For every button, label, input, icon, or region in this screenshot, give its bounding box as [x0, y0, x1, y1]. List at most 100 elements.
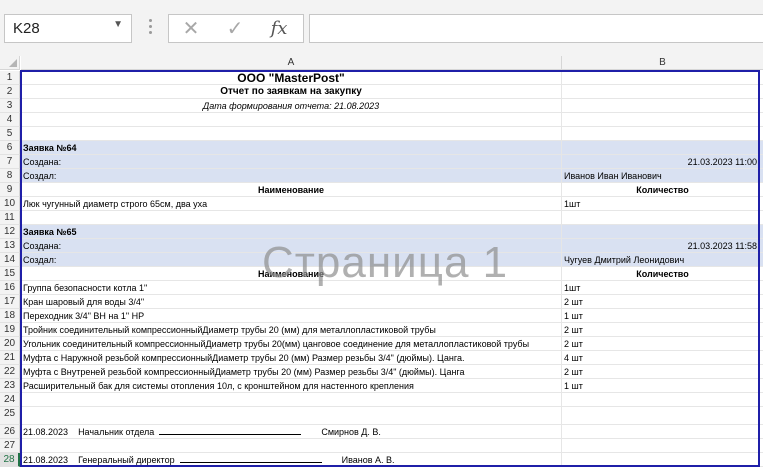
cell-a[interactable] [21, 211, 562, 225]
signature-cell[interactable]: 21.08.2023 Генеральный директор Иванов А… [21, 453, 562, 467]
cell-b[interactable] [562, 141, 763, 155]
name-box[interactable]: K28 ▼ [4, 14, 132, 43]
item-name-cell[interactable]: Люк чугунный диаметр строго 65см, два ух… [21, 197, 562, 211]
item-name-cell[interactable]: Кран шаровый для воды 3/4" [21, 295, 562, 309]
cell-b[interactable] [562, 393, 763, 407]
signature-name: Иванов А. В. [341, 455, 395, 465]
row-header[interactable]: 10 [0, 197, 20, 211]
row-header[interactable]: 12 [0, 225, 20, 239]
item-quantity-cell[interactable]: 2 шт [562, 365, 763, 379]
sheet-row: 5 [0, 127, 763, 141]
item-name-cell[interactable]: Тройник соединительный компрессионныйДиа… [21, 323, 562, 337]
item-name-cell[interactable]: Муфта с Наружной резьбой компрессионныйД… [21, 351, 562, 365]
author-name-cell[interactable]: Иванов Иван Иванович [562, 169, 763, 183]
row-header[interactable]: 9 [0, 183, 20, 197]
signature-date: 21.08.2023 [23, 427, 69, 437]
row-header[interactable]: 5 [0, 127, 20, 141]
formula-input[interactable] [309, 14, 763, 43]
row-header[interactable]: 19 [0, 323, 20, 337]
created-date-cell[interactable]: 21.03.2023 11:58 [562, 239, 763, 253]
formula-bar: K28 ▼ ✕ ✓ fx [0, 0, 763, 56]
cell-b[interactable] [562, 425, 763, 439]
row-header[interactable]: 21 [0, 351, 20, 365]
cell-b[interactable] [562, 127, 763, 141]
quantity-header-cell[interactable]: Количество [562, 267, 763, 281]
row-header[interactable]: 23 [0, 379, 20, 393]
cancel-icon[interactable]: ✕ [171, 17, 211, 41]
author-name-cell[interactable]: Чугуев Дмитрий Леонидович [562, 253, 763, 267]
select-all-button[interactable] [0, 56, 20, 70]
row-header[interactable]: 17 [0, 295, 20, 309]
cell-a[interactable] [21, 127, 562, 141]
column-header-a[interactable]: A [21, 56, 562, 70]
cell-b[interactable] [562, 71, 763, 85]
item-name-cell[interactable]: Расширительный бак для системы отопления… [21, 379, 562, 393]
item-quantity-cell[interactable]: 2 шт [562, 295, 763, 309]
row-header[interactable]: 1 [0, 71, 20, 85]
cell-b[interactable] [562, 113, 763, 127]
enter-icon[interactable]: ✓ [215, 17, 255, 41]
item-quantity-cell[interactable]: 1шт [562, 197, 763, 211]
cell-b[interactable] [562, 439, 763, 453]
row-header[interactable]: 14 [0, 253, 20, 267]
item-quantity-cell[interactable]: 1 шт [562, 379, 763, 393]
created-label-cell[interactable]: Создана: [21, 155, 562, 169]
row-header[interactable]: 4 [0, 113, 20, 127]
column-header-b[interactable]: B [562, 56, 763, 70]
row-header[interactable]: 3 [0, 99, 20, 113]
report-title-cell[interactable]: Отчет по заявкам на закупку [21, 85, 562, 99]
row-header[interactable]: 22 [0, 365, 20, 379]
sheet-row: 3 Дата формирования отчета: 21.08.2023 [0, 99, 763, 113]
insert-function-icon[interactable]: fx [259, 17, 299, 41]
request-title-cell[interactable]: Заявка №65 [21, 225, 562, 239]
item-quantity-cell[interactable]: 1 шт [562, 309, 763, 323]
cell-a[interactable] [21, 407, 562, 425]
cell-b[interactable] [562, 211, 763, 225]
row-header[interactable]: 25 [0, 407, 20, 425]
cell-b[interactable] [562, 453, 763, 467]
formula-buttons: ✕ ✓ fx [168, 14, 304, 43]
item-name-cell[interactable]: Муфта с Внутреней резьбой компрессионный… [21, 365, 562, 379]
item-name-cell[interactable]: Переходник 3/4" ВН на 1" НР [21, 309, 562, 323]
row-header[interactable]: 24 [0, 393, 20, 407]
row-header[interactable]: 18 [0, 309, 20, 323]
row-header[interactable]: 26 [0, 425, 20, 439]
row-header[interactable]: 2 [0, 85, 20, 99]
created-date-cell[interactable]: 21.03.2023 11:00 [562, 155, 763, 169]
row-header[interactable]: 16 [0, 281, 20, 295]
row-header[interactable]: 13 [0, 239, 20, 253]
item-name-cell[interactable]: Угольник соединительный компрессионныйДи… [21, 337, 562, 351]
row-header[interactable]: 7 [0, 155, 20, 169]
quantity-header-cell[interactable]: Количество [562, 183, 763, 197]
row-header[interactable]: 8 [0, 169, 20, 183]
name-header-cell[interactable]: Наименование [21, 183, 562, 197]
row-header[interactable]: 6 [0, 141, 20, 155]
chevron-down-icon[interactable]: ▼ [113, 19, 123, 30]
author-label-cell[interactable]: Создал: [21, 169, 562, 183]
cell-b[interactable] [562, 99, 763, 113]
cell-b[interactable] [562, 85, 763, 99]
cell-a[interactable] [21, 113, 562, 127]
signature-cell[interactable]: 21.08.2023 Начальник отдела Смирнов Д. В… [21, 425, 562, 439]
row-header[interactable]: 15 [0, 267, 20, 281]
item-quantity-cell[interactable]: 2 шт [562, 337, 763, 351]
item-quantity-cell[interactable]: 1шт [562, 281, 763, 295]
sheet-row: 18 Переходник 3/4" ВН на 1" НР 1 шт [0, 309, 763, 323]
cell-a[interactable] [21, 393, 562, 407]
row-header-selected[interactable]: 28 [0, 453, 20, 467]
row-header[interactable]: 11 [0, 211, 20, 225]
cell-b[interactable] [562, 225, 763, 239]
sheet-row: 23 Расширительный бак для системы отопле… [0, 379, 763, 393]
more-options-icon[interactable] [146, 16, 154, 40]
row-header[interactable]: 20 [0, 337, 20, 351]
company-title-cell[interactable]: ООО "MasterPost" [21, 71, 562, 85]
row-header[interactable]: 27 [0, 439, 20, 453]
report-date-cell[interactable]: Дата формирования отчета: 21.08.2023 [21, 99, 562, 113]
request-title-cell[interactable]: Заявка №64 [21, 141, 562, 155]
item-quantity-cell[interactable]: 2 шт [562, 323, 763, 337]
sheet-row: 2 Отчет по заявкам на закупку [0, 85, 763, 99]
sheet-row: 10 Люк чугунный диаметр строго 65см, два… [0, 197, 763, 211]
cell-b[interactable] [562, 407, 763, 425]
item-quantity-cell[interactable]: 4 шт [562, 351, 763, 365]
cell-a[interactable] [21, 439, 562, 453]
